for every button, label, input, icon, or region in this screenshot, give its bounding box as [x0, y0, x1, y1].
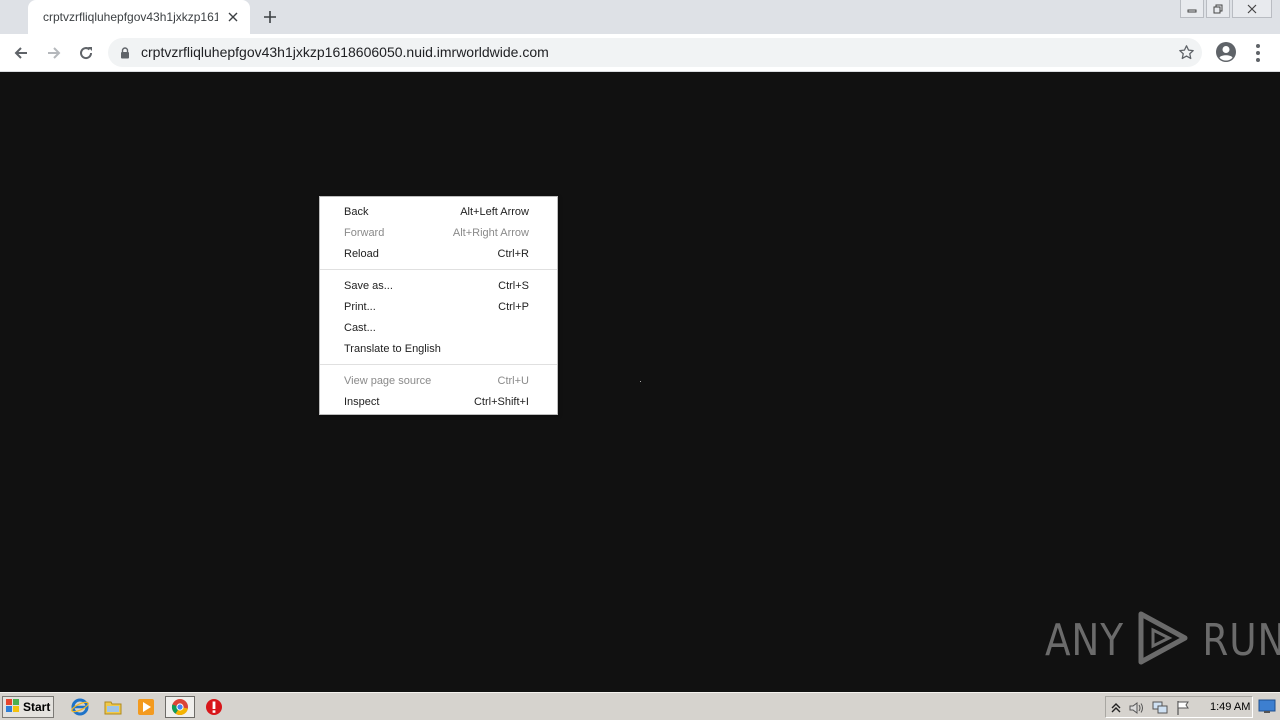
taskbar-clock[interactable]: 1:49 AM — [1210, 701, 1250, 713]
window-close-icon[interactable] — [1232, 0, 1272, 18]
profile-icon[interactable] — [1214, 40, 1238, 64]
network-icon[interactable] — [1152, 700, 1168, 716]
cursor-dot — [640, 381, 641, 382]
internet-explorer-icon[interactable] — [69, 697, 91, 717]
watermark-text-right: RUN — [1202, 614, 1280, 666]
page-viewport[interactable] — [0, 72, 1280, 692]
chrome-icon[interactable] — [165, 696, 195, 718]
show-desktop-icon[interactable] — [1258, 698, 1276, 716]
start-button[interactable]: Start — [2, 696, 54, 718]
window-controls — [1180, 0, 1272, 18]
system-tray: 1:49 AM — [1105, 696, 1253, 718]
restore-icon[interactable] — [1206, 0, 1230, 18]
media-player-icon[interactable] — [135, 697, 157, 717]
address-bar[interactable]: crptvzrfliqluhepfgov43h1jxkzp1618606050.… — [108, 38, 1202, 67]
back-arrow-icon[interactable] — [8, 40, 34, 66]
menu-item-shortcut: Ctrl+S — [498, 279, 529, 292]
menu-item-label: Save as... — [344, 279, 393, 292]
reload-icon[interactable] — [73, 40, 99, 66]
menu-separator — [320, 364, 557, 365]
browser-toolbar: crptvzrfliqluhepfgov43h1jxkzp1618606050.… — [0, 34, 1280, 72]
menu-item-label: View page source — [344, 374, 432, 387]
menu-item-cast[interactable]: Cast... — [320, 317, 557, 338]
menu-item-label: Back — [344, 205, 369, 218]
start-label: Start — [23, 700, 51, 714]
flag-icon[interactable] — [1175, 700, 1191, 716]
menu-item-shortcut: Ctrl+Shift+I — [473, 395, 529, 408]
menu-item-label: Cast... — [344, 321, 376, 334]
tray-expand-icon[interactable] — [1108, 700, 1124, 716]
menu-item-reload[interactable]: Reload Ctrl+R — [320, 243, 557, 264]
tab-strip: crptvzrfliqluhepfgov43h1jxkzp1618606050.… — [0, 0, 1280, 34]
minimize-icon[interactable] — [1180, 0, 1204, 18]
menu-item-label: Translate to English — [344, 342, 441, 355]
stop-icon[interactable] — [203, 697, 225, 717]
menu-item-print[interactable]: Print... Ctrl+P — [320, 296, 557, 317]
menu-item-back[interactable]: Back Alt+Left Arrow — [320, 201, 557, 222]
menu-item-label: Print... — [344, 300, 376, 313]
close-icon[interactable] — [224, 8, 242, 26]
watermark-text-left: ANY — [1044, 614, 1124, 666]
menu-separator — [320, 269, 557, 270]
menu-item-shortcut: Ctrl+P — [498, 300, 529, 313]
plus-icon[interactable] — [260, 7, 280, 27]
browser-tab[interactable]: crptvzrfliqluhepfgov43h1jxkzp1618606050.… — [28, 0, 250, 34]
lock-icon[interactable] — [120, 46, 130, 64]
context-menu: Back Alt+Left Arrow Forward Alt+Right Ar… — [319, 196, 558, 415]
menu-item-shortcut: Alt+Right Arrow — [452, 226, 529, 239]
menu-item-inspect[interactable]: Inspect Ctrl+Shift+I — [320, 391, 557, 412]
menu-item-label: Inspect — [344, 395, 380, 408]
menu-item-label: Reload — [344, 247, 379, 260]
play-logo-icon — [1135, 608, 1191, 673]
volume-icon[interactable] — [1129, 700, 1145, 716]
menu-item-forward[interactable]: Forward Alt+Right Arrow — [320, 222, 557, 243]
menu-item-shortcut: Ctrl+R — [497, 247, 529, 260]
windows-logo-icon — [6, 698, 20, 716]
star-icon[interactable] — [1178, 44, 1195, 66]
file-explorer-icon[interactable] — [102, 697, 124, 717]
tab-title: crptvzrfliqluhepfgov43h1jxkzp1618606050.… — [43, 10, 218, 24]
menu-item-save-as[interactable]: Save as... Ctrl+S — [320, 275, 557, 296]
taskbar: Start 1:49 AM — [0, 692, 1280, 720]
menu-item-translate[interactable]: Translate to English — [320, 338, 557, 359]
menu-item-shortcut: Alt+Left Arrow — [460, 205, 529, 218]
more-vertical-icon[interactable] — [1248, 40, 1268, 66]
forward-arrow-icon[interactable] — [41, 40, 67, 66]
menu-item-view-source[interactable]: View page source Ctrl+U — [320, 370, 557, 391]
anyrun-watermark: ANY RUN — [1038, 608, 1280, 672]
menu-item-label: Forward — [344, 226, 385, 239]
url-text[interactable]: crptvzrfliqluhepfgov43h1jxkzp1618606050.… — [141, 44, 549, 60]
menu-item-shortcut: Ctrl+U — [497, 374, 529, 387]
